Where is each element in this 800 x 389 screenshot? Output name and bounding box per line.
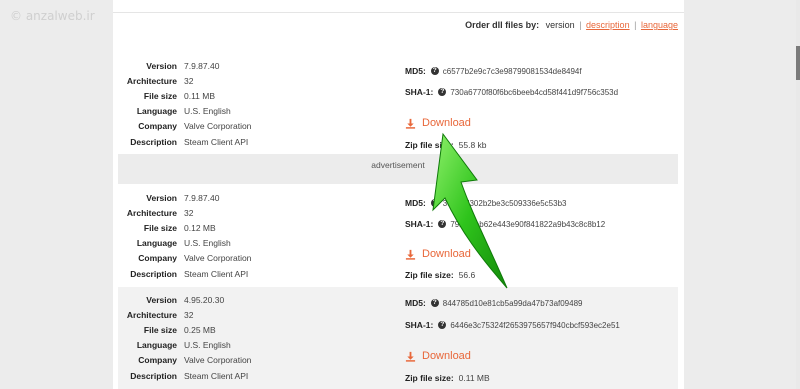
language-value: U.S. English — [184, 238, 231, 249]
md5-value: 844785d10e81cb5a99da47b73af09489 — [442, 298, 583, 308]
divider — [113, 12, 684, 13]
language-label: Language — [136, 106, 177, 117]
architecture-value: 32 — [184, 75, 194, 86]
version-value: 7.9.87.40 — [184, 192, 220, 203]
question-circle-icon[interactable]: ? — [430, 299, 439, 307]
download-button[interactable]: Download — [405, 350, 471, 362]
sha1-label: SHA-1: — [405, 320, 434, 330]
version-label: Version — [146, 192, 177, 203]
description-label: Description — [130, 136, 177, 147]
language-value: U.S. English — [184, 106, 231, 117]
sort-option-language[interactable]: language — [641, 20, 678, 30]
file-size-label: File size — [143, 222, 177, 233]
description-value: Steam Client API — [184, 268, 249, 279]
sort-label: Order dll files by: — [465, 20, 540, 30]
sha1-value: 6446e3c75324f2653975657f940cbcf593ec2e51 — [450, 320, 620, 330]
md5-value: c6577b2e9c7c3e98799081534de8494f — [442, 66, 582, 76]
version-value: 7.9.87.40 — [184, 60, 220, 71]
company-value: Valve Corporation — [184, 355, 252, 366]
download-icon — [405, 118, 416, 129]
question-circle-icon[interactable]: ? — [438, 321, 447, 329]
watermark: © anzalweb.ir — [10, 9, 95, 23]
company-value: Valve Corporation — [184, 121, 252, 132]
sha1-value: 730a6770f80f6bc6beeb4cd58f441d9f756c353d — [450, 87, 619, 97]
zip-size-value: 0.11 MB — [458, 373, 490, 383]
language-label: Language — [136, 238, 177, 249]
company-label: Company — [138, 121, 177, 132]
dll-properties: Version 7.9.87.40 Architecture 32 File siz… — [118, 190, 368, 281]
version-label: Version — [146, 60, 177, 71]
architecture-value: 32 — [184, 207, 194, 218]
question-circle-icon[interactable]: ? — [430, 67, 439, 75]
description-label: Description — [130, 370, 177, 381]
dll-properties: Version 4.95.20.30 Architecture 32 File si… — [118, 292, 368, 383]
description-value: Steam Client API — [184, 136, 249, 147]
file-size-value: 0.11 MB — [184, 90, 216, 101]
description-value: Steam Client API — [184, 370, 249, 381]
language-value: U.S. English — [184, 340, 231, 351]
architecture-label: Architecture — [126, 207, 177, 218]
download-label: Download — [422, 350, 471, 362]
scrollbar-thumb[interactable] — [796, 46, 800, 80]
md5-label: MD5: — [405, 66, 426, 76]
sort-bar: Order dll files by: version | descriptio… — [465, 20, 678, 30]
file-size-label: File size — [143, 324, 177, 335]
zip-size-label: Zip file size: — [405, 373, 454, 383]
description-label: Description — [130, 268, 177, 279]
md5-label: MD5: — [405, 298, 426, 308]
dll-entry: Version 4.95.20.30 Architecture 32 File si… — [118, 287, 678, 389]
download-icon — [405, 351, 416, 362]
company-label: Company — [138, 253, 177, 264]
file-size-label: File size — [143, 90, 177, 101]
version-label: Version — [146, 294, 177, 305]
language-label: Language — [136, 340, 177, 351]
sort-option-description[interactable]: description — [586, 20, 630, 30]
dll-properties: Version 7.9.87.40 Architecture 32 File siz… — [118, 58, 368, 149]
architecture-label: Architecture — [126, 309, 177, 320]
green-arrow-icon — [432, 132, 508, 289]
scrollbar[interactable] — [796, 0, 800, 389]
file-size-value: 0.25 MB — [184, 324, 216, 335]
company-value: Valve Corporation — [184, 253, 252, 264]
question-circle-icon[interactable]: ? — [438, 88, 447, 96]
architecture-value: 32 — [184, 309, 194, 320]
version-value: 4.95.20.30 — [184, 294, 225, 305]
sha1-label: SHA-1: — [405, 87, 434, 97]
architecture-label: Architecture — [126, 75, 177, 86]
company-label: Company — [138, 355, 177, 366]
sort-current[interactable]: version — [546, 20, 575, 30]
file-size-value: 0.12 MB — [184, 222, 216, 233]
